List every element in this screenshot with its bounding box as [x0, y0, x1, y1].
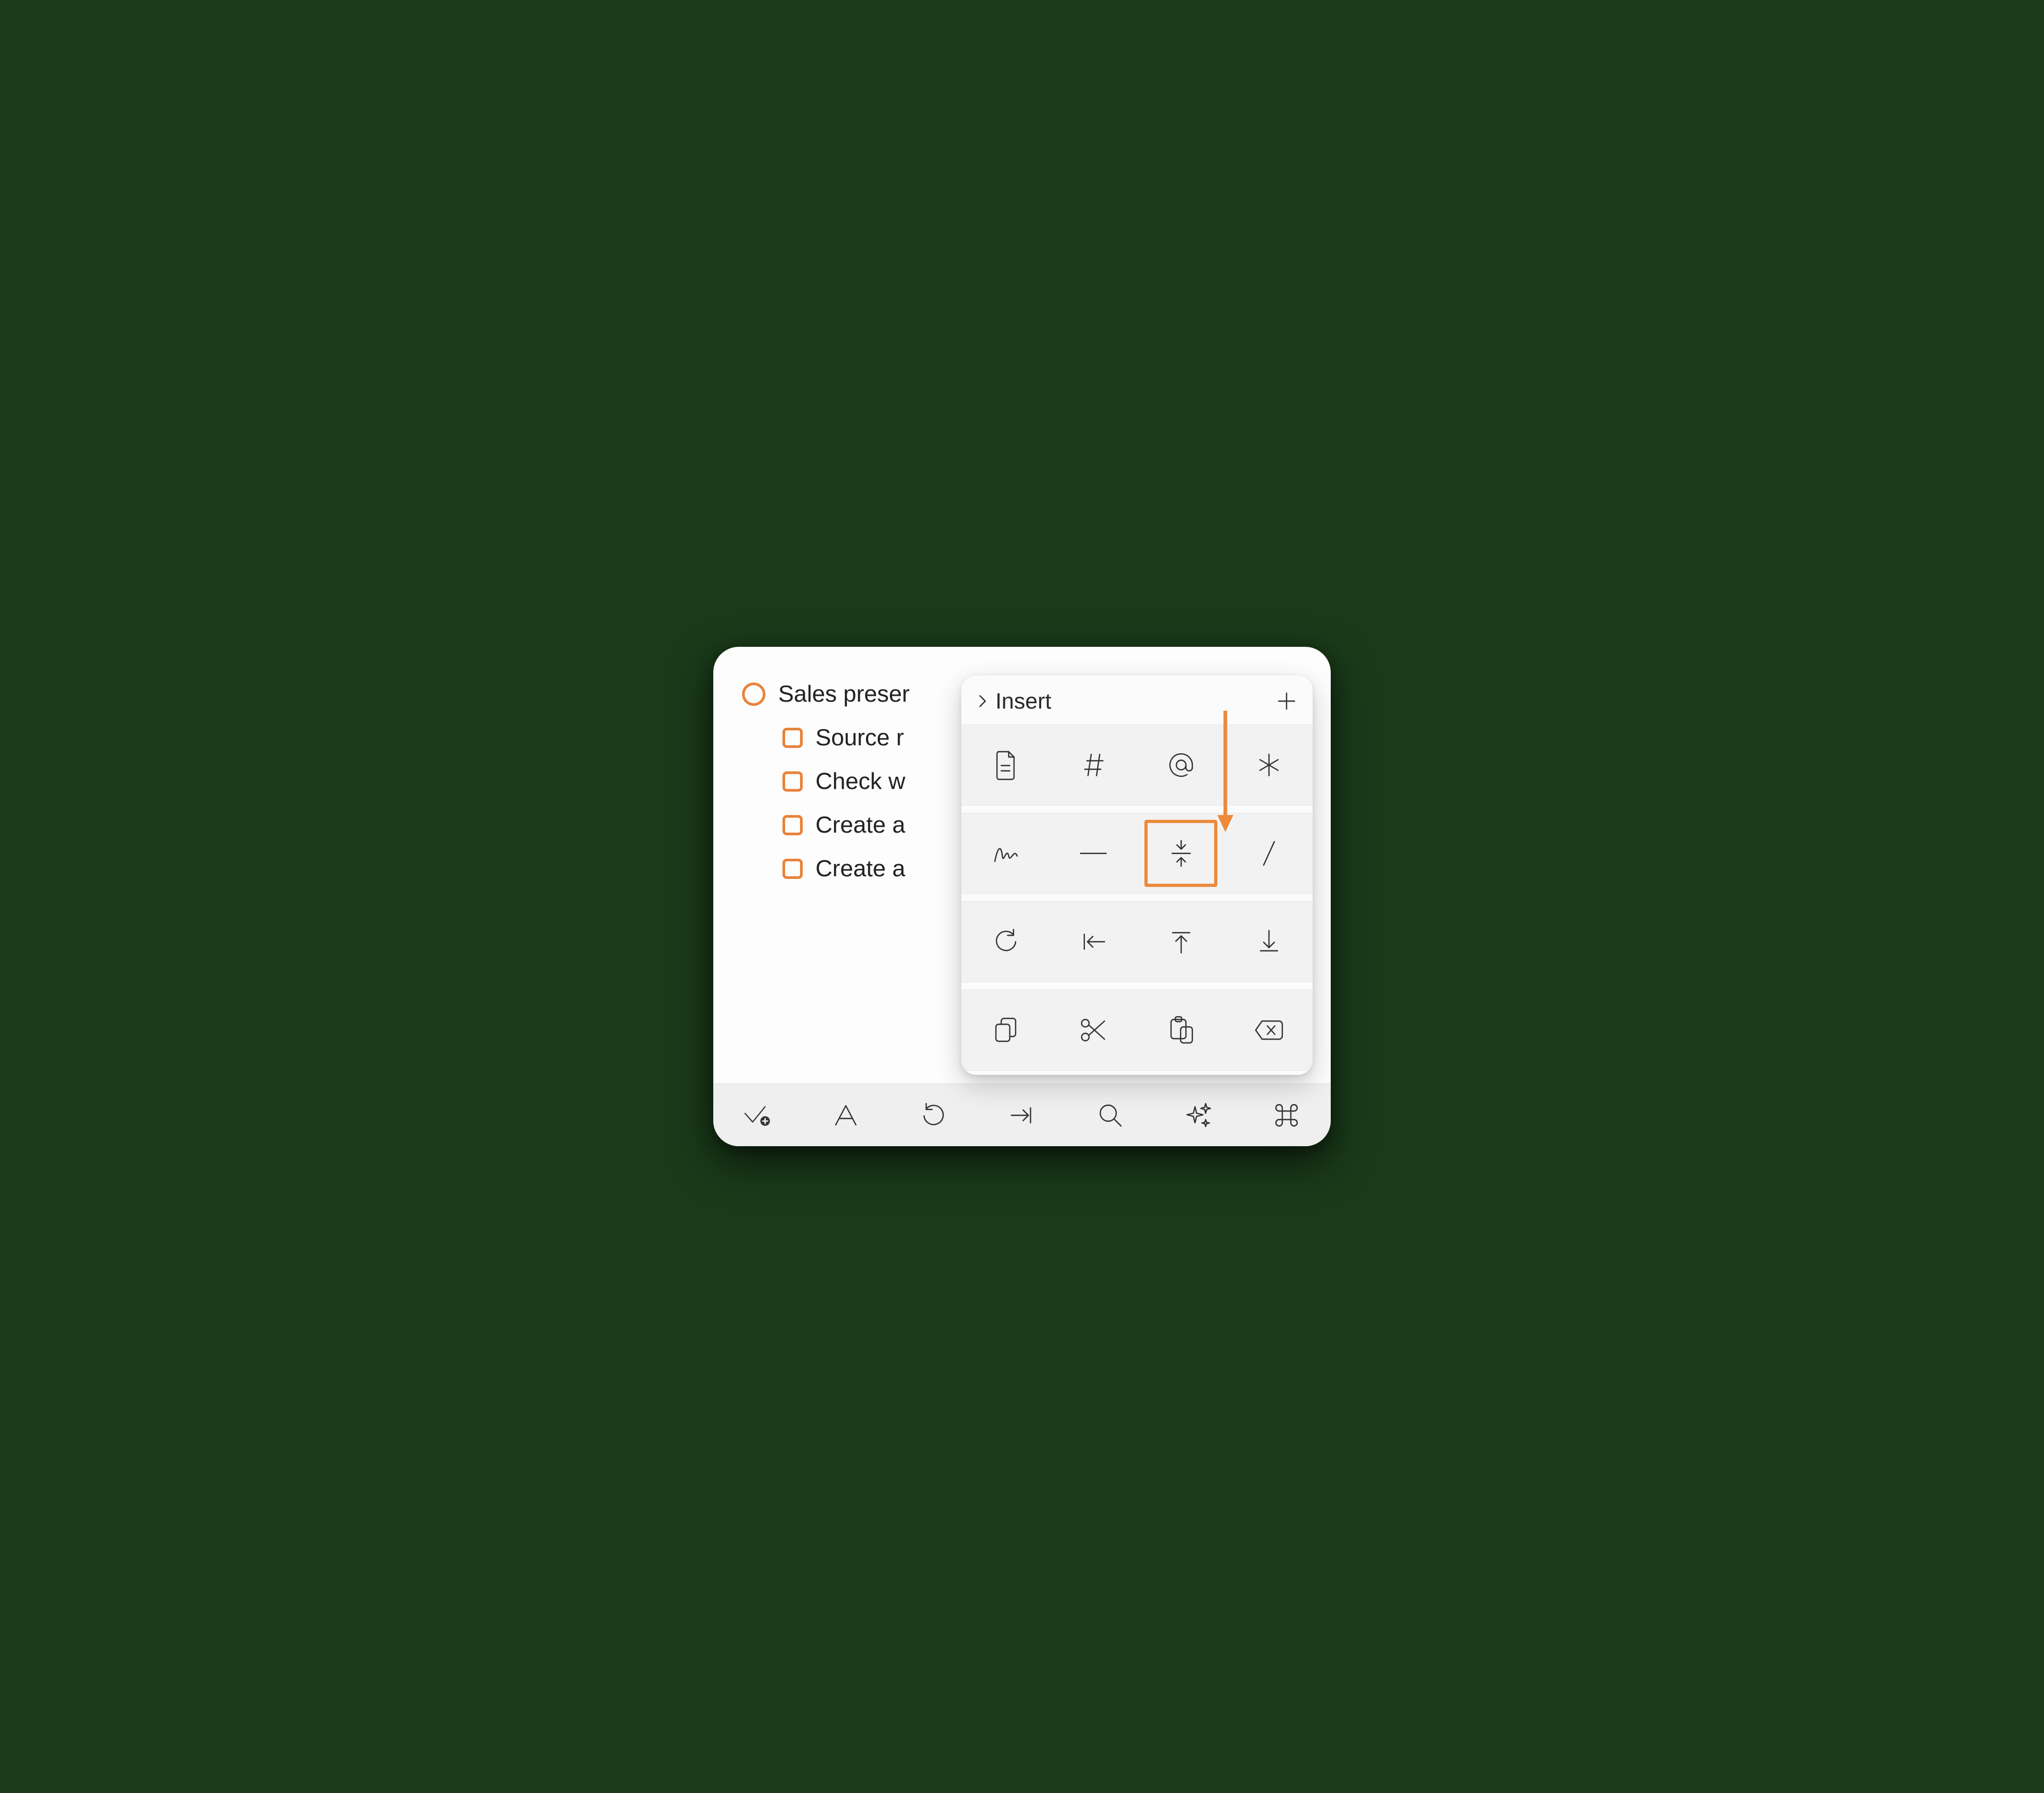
command-icon: [1273, 1102, 1300, 1129]
insert-group: [961, 901, 1313, 982]
bottom-toolbar: [713, 1083, 1331, 1146]
paste-button[interactable]: [1137, 990, 1225, 1070]
move-down-icon: [1257, 928, 1281, 955]
undo-icon: [920, 1103, 947, 1128]
checkbox-icon[interactable]: [782, 771, 803, 792]
insert-scribble-button[interactable]: [961, 813, 1049, 893]
indent-icon: [1008, 1105, 1036, 1126]
delete-icon: [1254, 1019, 1284, 1041]
search-button[interactable]: [1096, 1101, 1125, 1130]
chevron-right-icon: [976, 692, 989, 711]
hash-icon: [1079, 751, 1107, 779]
move-up-button[interactable]: [1137, 902, 1225, 982]
insert-panel-back[interactable]: Insert: [976, 688, 1051, 714]
search-icon: [1097, 1102, 1124, 1129]
app-window: Sales preser Source r Check w Create a C…: [713, 647, 1331, 1146]
asterisk-icon: [1255, 751, 1283, 779]
check-add-icon: [743, 1103, 772, 1128]
outline-parent-label: Sales preser: [778, 681, 910, 708]
insert-group: [961, 725, 1313, 805]
insert-asterisk-button[interactable]: [1225, 725, 1313, 805]
outline-child-label: Source r: [815, 725, 904, 751]
copy-icon: [992, 1016, 1019, 1044]
cut-icon: [1079, 1017, 1108, 1043]
redo-button[interactable]: [961, 902, 1049, 982]
checkbox-icon[interactable]: [782, 728, 803, 748]
plus-icon[interactable]: [1275, 690, 1298, 712]
insert-hash-button[interactable]: [1049, 725, 1137, 805]
text-style-button[interactable]: [831, 1101, 860, 1130]
insert-group: [961, 813, 1313, 894]
cut-button[interactable]: [1049, 990, 1137, 1070]
checkbox-icon[interactable]: [782, 815, 803, 835]
move-start-button[interactable]: [1049, 902, 1137, 982]
insert-panel: Insert: [961, 676, 1313, 1075]
insert-panel-header: Insert: [961, 676, 1313, 725]
delete-button[interactable]: [1225, 990, 1313, 1070]
outline-child-label: Check w: [815, 768, 905, 795]
insert-divider-button[interactable]: [1049, 813, 1137, 893]
circle-bullet-icon: [742, 682, 765, 706]
check-add-button[interactable]: [743, 1101, 772, 1130]
ai-button[interactable]: [1184, 1101, 1213, 1130]
move-to-start-icon: [1079, 931, 1108, 952]
insert-fold-button[interactable]: [1137, 813, 1225, 893]
outline-child-label: Create a: [815, 812, 905, 838]
insert-document-button[interactable]: [961, 725, 1049, 805]
checkbox-icon[interactable]: [782, 859, 803, 879]
horizontal-rule-icon: [1077, 848, 1109, 859]
undo-button[interactable]: [919, 1101, 948, 1130]
fold-icon: [1168, 838, 1194, 868]
outline-child-label: Create a: [815, 856, 905, 882]
indent-button[interactable]: [1008, 1101, 1036, 1130]
move-up-icon: [1169, 928, 1193, 955]
sparkle-icon: [1184, 1101, 1212, 1129]
move-down-button[interactable]: [1225, 902, 1313, 982]
insert-at-button[interactable]: [1137, 725, 1225, 805]
text-style-icon: [833, 1103, 859, 1128]
paste-icon: [1167, 1015, 1196, 1045]
at-icon: [1166, 750, 1196, 780]
insert-group: [961, 990, 1313, 1071]
copy-button[interactable]: [961, 990, 1049, 1070]
command-button[interactable]: [1272, 1101, 1301, 1130]
redo-icon: [992, 928, 1019, 955]
slash-icon: [1258, 840, 1280, 867]
document-icon: [992, 750, 1019, 780]
insert-panel-title: Insert: [995, 688, 1051, 714]
scribble-icon: [991, 840, 1020, 867]
insert-slash-button[interactable]: [1225, 813, 1313, 893]
